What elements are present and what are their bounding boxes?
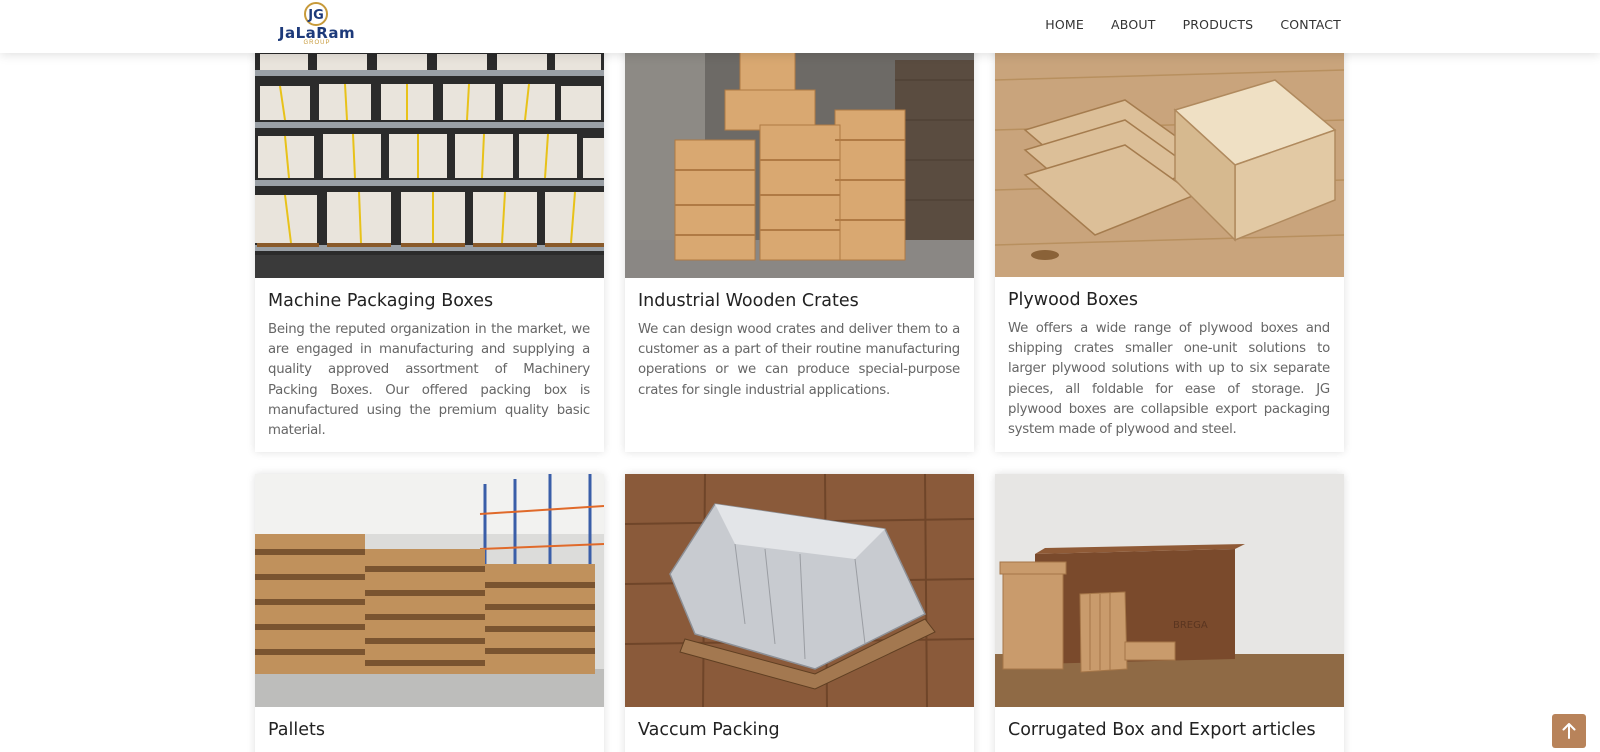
card-title: Vaccum Packing xyxy=(638,720,780,740)
card-title: Corrugated Box and Export articles xyxy=(1008,720,1316,740)
brand-logo[interactable]: JG JaLaRam GROUP xyxy=(268,0,364,50)
logo-subtext: GROUP xyxy=(303,40,331,46)
wooden-crates-image xyxy=(625,40,974,278)
card-body: Plywood Boxes We offers a wide range of … xyxy=(995,277,1344,440)
warehouse-shelves-image xyxy=(255,40,604,278)
product-card[interactable]: Vaccum Packing xyxy=(625,474,974,752)
card-body: Machine Packaging Boxes Being the repute… xyxy=(255,278,604,441)
card-text: Being the reputed organization in the ma… xyxy=(268,322,590,439)
card-body: Industrial Wooden Crates We can design w… xyxy=(625,278,974,401)
card-title: Machine Packaging Boxes xyxy=(268,291,494,311)
svg-text:JG: JG xyxy=(307,8,324,23)
product-card[interactable]: Pallets xyxy=(255,474,604,752)
card-body: Corrugated Box and Export articles xyxy=(995,707,1344,740)
card-title: Plywood Boxes xyxy=(1008,290,1139,310)
nav-about[interactable]: ABOUT xyxy=(1111,17,1156,32)
nav-home[interactable]: HOME xyxy=(1045,17,1084,32)
scroll-top-button[interactable] xyxy=(1552,714,1586,748)
card-title: Pallets xyxy=(268,720,325,740)
product-card[interactable]: Industrial Wooden Crates We can design w… xyxy=(625,40,974,452)
card-body: Pallets xyxy=(255,707,604,740)
plywood-boxes-image xyxy=(995,40,1344,277)
card-text: We can design wood crates and deliver th… xyxy=(638,322,960,398)
card-body: Vaccum Packing xyxy=(625,707,974,740)
site-header: JG JaLaRam GROUP HOME ABOUT PRODUCTS CON… xyxy=(0,0,1600,53)
vacuum-packing-image xyxy=(625,474,974,707)
product-card[interactable]: BREGA Corrugated Box and Export articles xyxy=(995,474,1344,752)
corrugated-boxes-image: BREGA xyxy=(995,474,1344,707)
nav-products[interactable]: PRODUCTS xyxy=(1183,17,1254,32)
main-nav: HOME ABOUT PRODUCTS CONTACT xyxy=(1018,17,1341,32)
arrow-up-icon xyxy=(1562,723,1576,739)
svg-text:BREGA: BREGA xyxy=(1173,620,1208,631)
nav-contact[interactable]: CONTACT xyxy=(1280,17,1341,32)
pallets-image xyxy=(255,474,604,707)
card-title: Industrial Wooden Crates xyxy=(638,291,859,311)
product-card[interactable]: Plywood Boxes We offers a wide range of … xyxy=(995,40,1344,452)
card-text: We offers a wide range of plywood boxes … xyxy=(1008,321,1330,438)
product-card[interactable]: Machine Packaging Boxes Being the repute… xyxy=(255,40,604,452)
